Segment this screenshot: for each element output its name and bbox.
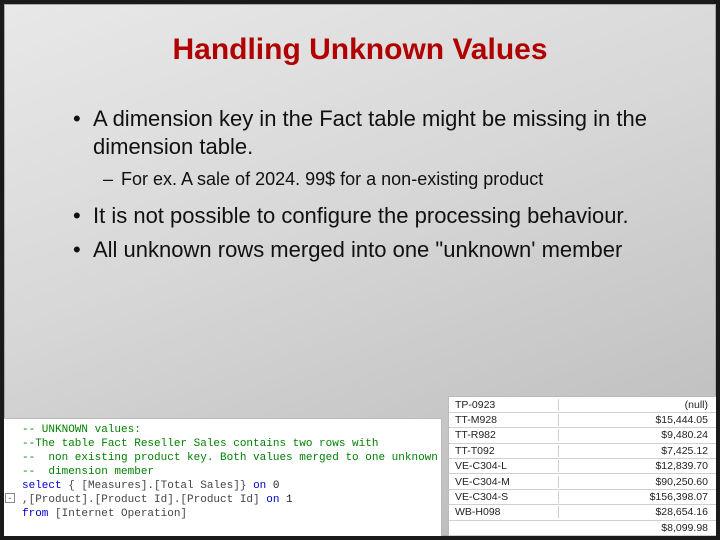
cell-id: TT-R982 — [449, 429, 559, 441]
table-row: VE-C304-S$156,398.07 — [449, 490, 716, 505]
bullet-level1: A dimension key in the Fact table might … — [73, 105, 683, 161]
cell-val: $7,425.12 — [559, 445, 716, 457]
cell-val: $15,444.05 — [559, 414, 716, 426]
table-row: TT-R982$9,480.24 — [449, 428, 716, 443]
table-row: TT-T092$7,425.12 — [449, 444, 716, 459]
code-editor: - -- UNKNOWN values: --The table Fact Re… — [4, 418, 442, 536]
cell-id: VE-C304-M — [449, 476, 559, 488]
code-line: ,[Product].[Product Id].[Product Id] on … — [6, 493, 441, 507]
cell-id: TP-0923 — [449, 399, 559, 411]
result-table: TP-0923(null) TT-M928$15,444.05 TT-R982$… — [448, 396, 716, 536]
cell-val: $9,480.24 — [559, 429, 716, 441]
cell-id: TT-M928 — [449, 414, 559, 426]
cell-val: $90,250.60 — [559, 476, 716, 488]
cell-id: TT-T092 — [449, 445, 559, 457]
cell-val: $12,839.70 — [559, 460, 716, 472]
cell-val: (null) — [559, 399, 716, 411]
code-comment: -- dimension member — [22, 466, 154, 478]
cell-id: VE-C304-S — [449, 491, 559, 503]
cell-id: VE-C304-L — [449, 460, 559, 472]
table-row: VE-C304-M$90,250.60 — [449, 474, 716, 489]
code-comment: -- UNKNOWN values: — [22, 424, 141, 436]
code-comment: --The table Fact Reseller Sales contains… — [22, 438, 378, 450]
fold-icon[interactable]: - — [5, 493, 15, 503]
table-row: TT-M928$15,444.05 — [449, 413, 716, 428]
bullet-level1: It is not possible to configure the proc… — [73, 202, 683, 230]
cell-id: WB-H098 — [449, 506, 559, 518]
cell-val: $156,398.07 — [559, 491, 716, 503]
table-row: VE-C304-L$12,839.70 — [449, 459, 716, 474]
code-line: select { [Measures].[Total Sales]} on 0 — [6, 479, 441, 493]
table-row: $8,099.98 — [449, 521, 716, 536]
bullet-level1: All unknown rows merged into one "unknow… — [73, 236, 683, 264]
slide-title: Handling Unknown Values — [37, 33, 683, 67]
table-row: TP-0923(null) — [449, 397, 716, 412]
table-row: WB-H098$28,654.16 — [449, 505, 716, 520]
code-comment: -- non existing product key. Both values… — [22, 452, 438, 464]
cell-val: $28,654.16 — [559, 506, 716, 518]
code-line: from [Internet Operation] — [6, 507, 441, 521]
bullet-level2: For ex. A sale of 2024. 99$ for a non-ex… — [103, 167, 683, 191]
slide-body: A dimension key in the Fact table might … — [37, 105, 683, 264]
cell-val: $8,099.98 — [559, 522, 716, 534]
